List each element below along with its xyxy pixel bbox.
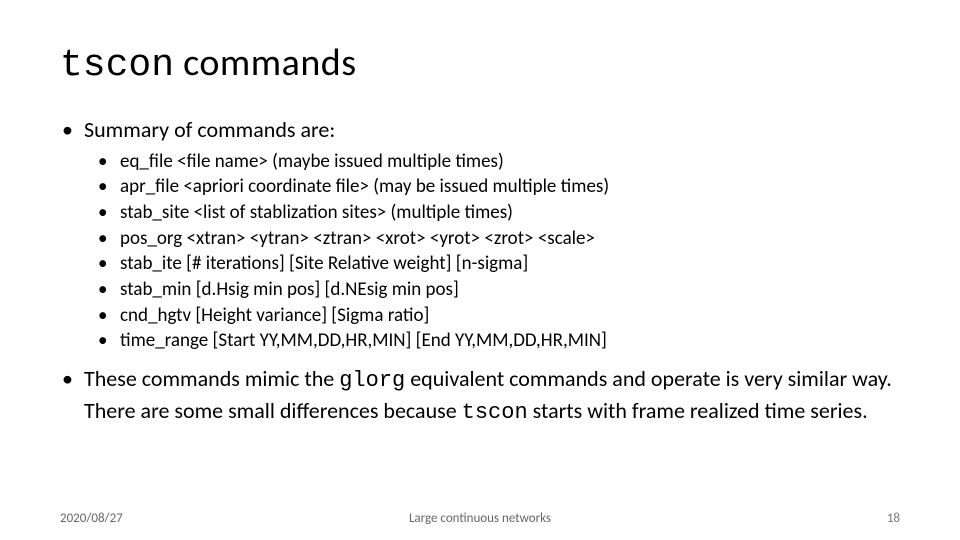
command-item: stab_ite [# iterations] [Site Relative w… [120,251,900,277]
closing-post: starts with frame realized time series. [528,397,868,424]
footer-center: Large continuous networks [0,511,960,526]
command-item: time_range [Start YY,MM,DD,HR,MIN] [End … [120,328,900,354]
command-item: eq_file <file name> (maybe issued multip… [120,149,900,175]
command-list: eq_file <file name> (maybe issued multip… [84,149,900,354]
closing-code-glorg: glorg [339,368,405,393]
title-code: tscon [60,44,174,87]
closing-pre: These commands mimic the [84,365,339,392]
closing-code-tscon: tscon [462,400,528,425]
summary-text: Summary of commands are: [84,116,335,143]
closing-bullet: These commands mimic the glorg equivalen… [84,364,900,427]
command-item: pos_org <xtran> <ytran> <ztran> <xrot> <… [120,226,900,252]
slide-footer: 2020/08/27 Large continuous networks 18 [0,511,960,526]
slide: tscon commands Summary of commands are: … [0,0,960,540]
bullet-list: Summary of commands are: eq_file <file n… [60,115,900,427]
command-item: stab_site <list of stablization sites> (… [120,200,900,226]
title-rest: commands [174,40,357,86]
summary-bullet: Summary of commands are: eq_file <file n… [84,115,900,354]
command-item: apr_file <apriori coordinate file> (may … [120,174,900,200]
command-item: cnd_hgtv [Height variance] [Sigma ratio] [120,303,900,329]
slide-title: tscon commands [60,40,900,87]
command-item: stab_min [d.Hsig min pos] [d.NEsig min p… [120,277,900,303]
